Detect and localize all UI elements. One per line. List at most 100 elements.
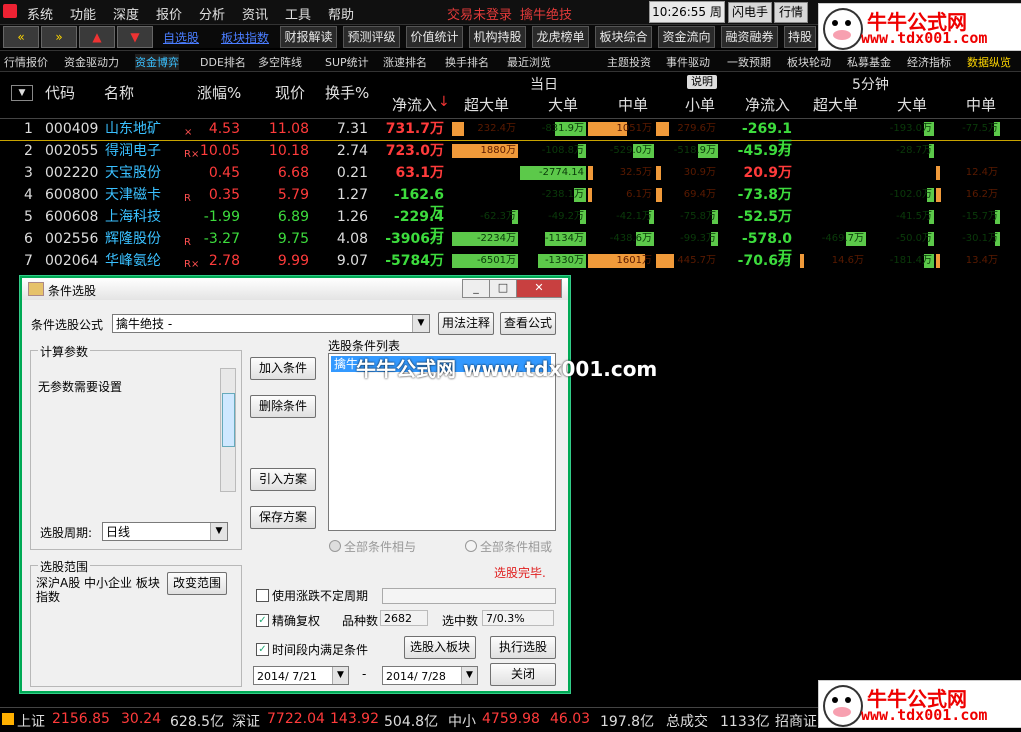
col-change[interactable]: 涨幅%: [197, 82, 241, 103]
add-to-block-button[interactable]: 选股入板块: [404, 636, 476, 659]
menu-news[interactable]: 资讯: [242, 4, 268, 23]
tab-consensus[interactable]: 一致预期: [727, 54, 771, 70]
dragon-tiger-button[interactable]: 龙虎榜单: [532, 26, 589, 48]
import-plan-button[interactable]: 引入方案: [250, 468, 316, 491]
capital-flow-button[interactable]: 资金流向: [658, 26, 715, 48]
col-medium[interactable]: 中单: [618, 94, 648, 115]
tab-sector-rotation[interactable]: 板块轮动: [787, 54, 831, 70]
col-name[interactable]: 名称: [104, 82, 134, 103]
col-turnover[interactable]: 换手%: [325, 82, 369, 103]
sz-label[interactable]: 深证: [232, 711, 260, 731]
add-condition-button[interactable]: 加入条件: [250, 357, 316, 380]
chevron-down-icon[interactable]: ▼: [210, 523, 227, 540]
precise-adjust-checkbox[interactable]: ✓: [256, 614, 269, 627]
table-row[interactable]: 5 600608 上海科技 -1.99 6.89 1.26 -229.4万 -62.3万 -49…: [0, 206, 1021, 243]
col-price[interactable]: 现价: [275, 82, 305, 103]
value-stats-button[interactable]: 价值统计: [406, 26, 463, 48]
tab-capital-game[interactable]: 资金博弈: [135, 54, 179, 70]
table-row[interactable]: 2 002055 得润电子 R× 10.05 10.18 2.74 723.0万 1880万 -1…: [0, 140, 1021, 162]
broker-label[interactable]: 招商证: [775, 711, 817, 731]
minimize-button[interactable]: _: [462, 279, 490, 298]
chevron-down-icon[interactable]: ▼: [461, 667, 477, 684]
nav-up-button[interactable]: ▲: [79, 26, 115, 48]
net-inflow: 731.7万: [385, 121, 444, 137]
change-pct: 0.45: [208, 165, 240, 181]
quote-button[interactable]: 行情: [774, 2, 808, 23]
institution-holding-button[interactable]: 机构持股: [469, 26, 526, 48]
menu-quote[interactable]: 报价: [156, 4, 182, 23]
table-row[interactable]: 6 002556 辉隆股份 R -3.27 9.75 4.08 -3906万 -2234万 -11…: [0, 228, 1021, 265]
tab-economy[interactable]: 经济指标: [907, 54, 951, 70]
close-icon[interactable]: ✕: [516, 279, 562, 298]
login-status[interactable]: 交易未登录: [447, 4, 512, 23]
tab-quotes[interactable]: 行情报价: [4, 54, 48, 70]
flash-trade-button[interactable]: 闪电手: [728, 2, 772, 23]
params-scrollbar[interactable]: [220, 368, 236, 492]
maximize-button[interactable]: □: [489, 279, 517, 298]
radio-or[interactable]: [465, 540, 477, 552]
sector-index-link[interactable]: 板块指数: [221, 29, 269, 46]
tab-recent[interactable]: 最近浏览: [507, 54, 551, 70]
tab-private-fund[interactable]: 私募基金: [847, 54, 891, 70]
watchlist-link[interactable]: 自选股: [163, 29, 199, 46]
tab-theme[interactable]: 主题投资: [607, 54, 651, 70]
zx-label[interactable]: 中小: [448, 711, 476, 731]
col-large[interactable]: 大单: [548, 94, 578, 115]
menu-depth[interactable]: 深度: [113, 4, 139, 23]
col-medium-5m[interactable]: 中单: [966, 94, 996, 115]
chevron-down-icon[interactable]: ▼: [332, 667, 348, 684]
margin-trading-button[interactable]: 融资融券: [721, 26, 778, 48]
col-small[interactable]: 小单: [685, 94, 715, 115]
date-from-picker[interactable]: 2014/ 7/21 ▼: [253, 666, 349, 685]
dialog-titlebar[interactable]: 条件选股 _ □ ✕: [22, 278, 568, 300]
tab-capital-drive[interactable]: 资金驱动力: [64, 54, 119, 70]
menu-analysis[interactable]: 分析: [199, 4, 225, 23]
holding-button[interactable]: 持股: [784, 26, 816, 48]
sh-label[interactable]: 上证: [17, 711, 45, 731]
nav-forward-button[interactable]: »: [41, 26, 77, 48]
execute-screening-button[interactable]: 执行选股: [490, 636, 556, 659]
explain-button[interactable]: 说明: [687, 75, 717, 89]
usage-notes-button[interactable]: 用法注释: [438, 312, 494, 335]
formula-select[interactable]: 擒牛绝技 - ▼: [112, 314, 430, 333]
change-scope-button[interactable]: 改变范围: [167, 572, 227, 595]
tab-dde-rank[interactable]: DDE排名: [200, 54, 246, 70]
menu-system[interactable]: 系统: [27, 4, 53, 23]
view-formula-button[interactable]: 查看公式: [500, 312, 556, 335]
radio-and[interactable]: [329, 540, 341, 552]
close-button[interactable]: 关闭: [490, 663, 556, 686]
time-range-checkbox[interactable]: ✓: [256, 643, 269, 656]
date-to-picker[interactable]: 2014/ 7/28 ▼: [382, 666, 478, 685]
tab-data-overview[interactable]: 数据纵览: [967, 54, 1011, 70]
nav-down-button[interactable]: ▼: [117, 26, 153, 48]
col-xlarge-5m[interactable]: 超大单: [813, 94, 858, 115]
table-row[interactable]: 3 002220 天宝股份 0.45 6.68 0.21 63.1万 -2774.14 32.5…: [0, 162, 1021, 184]
tab-turnover-rank[interactable]: 换手排名: [445, 54, 489, 70]
tab-long-short[interactable]: 多空阵线: [258, 54, 302, 70]
menu-function[interactable]: 功能: [70, 4, 96, 23]
col-large-5m[interactable]: 大单: [897, 94, 927, 115]
table-row[interactable]: 1 000409 山东地矿 × 4.53 11.08 7.31 731.7万 232.4万 -83…: [0, 118, 1021, 155]
forecast-rating-button[interactable]: 预测评级: [343, 26, 400, 48]
menu-help[interactable]: 帮助: [328, 4, 354, 23]
tab-speed-rank[interactable]: 涨速排名: [383, 54, 427, 70]
menu-tools[interactable]: 工具: [285, 4, 311, 23]
save-plan-button[interactable]: 保存方案: [250, 506, 316, 529]
col-net-inflow[interactable]: 净流入: [392, 94, 437, 115]
delete-condition-button[interactable]: 删除条件: [250, 395, 316, 418]
chevron-down-icon[interactable]: ▼: [412, 315, 429, 332]
column-menu-icon[interactable]: ▼: [11, 85, 33, 101]
sector-overview-button[interactable]: 板块综合: [595, 26, 652, 48]
scroll-thumb[interactable]: [222, 393, 235, 447]
col-xlarge[interactable]: 超大单: [464, 94, 509, 115]
table-row[interactable]: 4 600800 天津磁卡 R 0.35 5.79 1.27 -162.6万 -238.1万 6.…: [0, 184, 1021, 221]
period-select[interactable]: 日线 ▼: [102, 522, 228, 541]
tab-event[interactable]: 事件驱动: [666, 54, 710, 70]
use-variable-period-checkbox[interactable]: [256, 589, 269, 602]
tab-sup-stats[interactable]: SUP统计: [325, 54, 369, 70]
col-code[interactable]: 代码: [45, 82, 75, 103]
financial-report-button[interactable]: 财报解读: [280, 26, 337, 48]
nav-back-button[interactable]: «: [3, 26, 39, 48]
table-row[interactable]: 7 002064 华峰氨纶 R× 2.78 9.99 9.07 -5784万 -6501万 -13…: [0, 250, 1021, 272]
col-net-inflow-5m[interactable]: 净流入: [745, 94, 790, 115]
